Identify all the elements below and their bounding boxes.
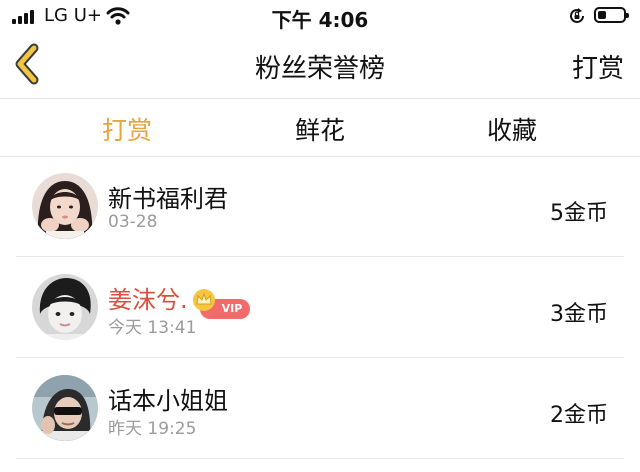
battery-level xyxy=(598,11,606,19)
fan-name: 话本小姐姐 xyxy=(108,387,228,415)
reward-time: 昨天 19:25 xyxy=(108,419,197,439)
tab-bar: 打赏 鲜花 收藏 xyxy=(0,99,640,157)
crown-icon xyxy=(192,289,215,311)
page-title: 粉丝荣誉榜 xyxy=(254,54,385,84)
status-time: 下午 4:06 xyxy=(271,8,369,32)
divider xyxy=(16,458,624,459)
avatar xyxy=(32,274,98,340)
reward-amount: 5金币 xyxy=(550,201,608,226)
list-item[interactable]: 新书福利君 03-28 5金币 xyxy=(0,157,640,257)
divider xyxy=(16,256,624,257)
list-item[interactable]: 姜沫兮. VIP 今天 13:41 3金币 xyxy=(0,258,640,358)
battery-icon xyxy=(594,7,629,23)
reward-time: 今天 13:41 xyxy=(108,318,197,338)
tab-reward[interactable]: 打赏 xyxy=(102,111,152,147)
tab-favorites[interactable]: 收藏 xyxy=(487,111,537,147)
fan-name: 新书福利君 xyxy=(108,185,228,213)
tab-flowers[interactable]: 鲜花 xyxy=(295,111,345,147)
rotation-lock-icon xyxy=(570,8,584,23)
list-item[interactable]: 话本小姐姐 昨天 19:25 2金币 xyxy=(0,359,640,459)
nav-bar: 粉丝荣誉榜 打赏 xyxy=(0,32,640,99)
avatar xyxy=(32,375,98,441)
avatar xyxy=(32,173,98,239)
divider xyxy=(16,357,624,358)
reward-time: 03-28 xyxy=(108,212,158,232)
fan-name: 姜沫兮. xyxy=(108,286,188,314)
status-bar: LG U+ 下午 4:06 xyxy=(0,0,640,32)
reward-amount: 2金币 xyxy=(550,403,608,428)
fan-name-row: 姜沫兮. VIP xyxy=(108,280,251,319)
reward-amount: 3金币 xyxy=(550,302,608,327)
vip-badge: VIP xyxy=(192,289,251,319)
reward-button[interactable]: 打赏 xyxy=(572,48,624,85)
